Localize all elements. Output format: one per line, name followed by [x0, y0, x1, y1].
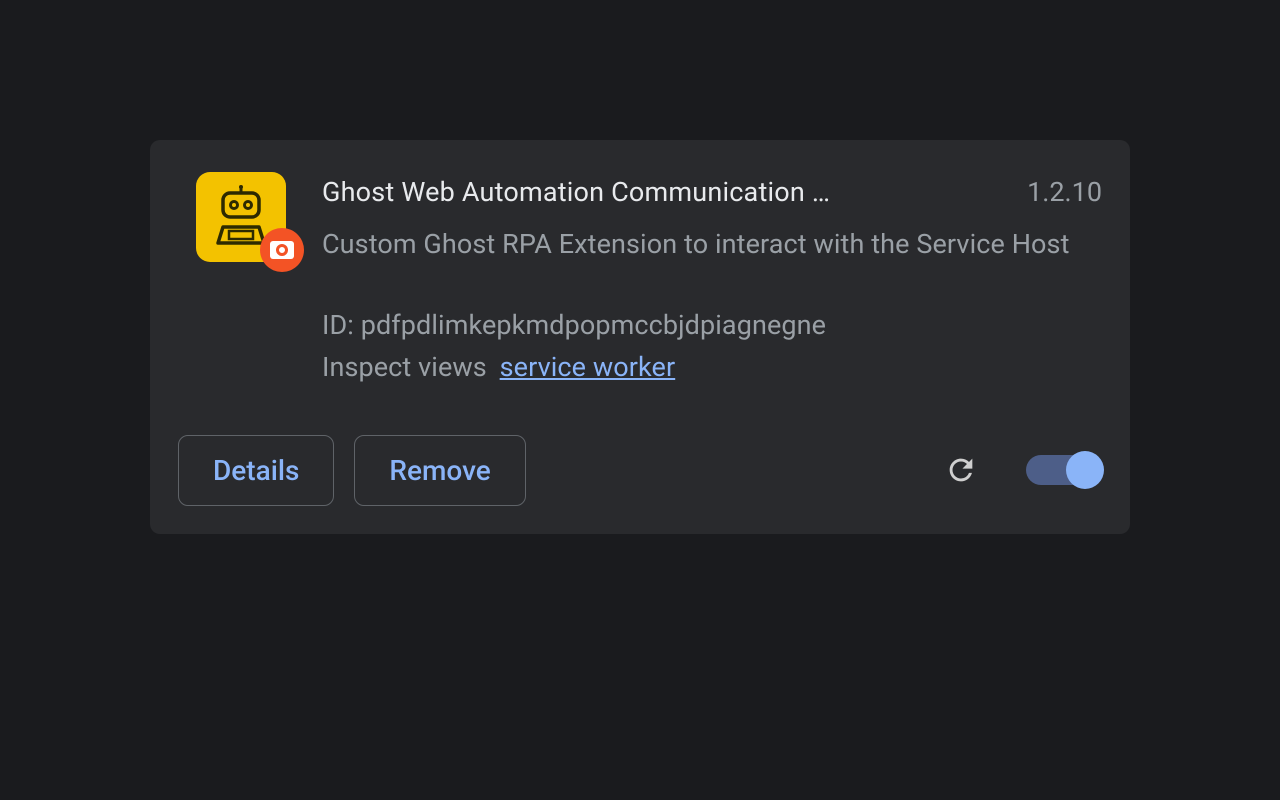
extension-description: Custom Ghost RPA Extension to interact w… — [322, 224, 1102, 265]
card-bottom-section: Details Remove — [178, 435, 1102, 506]
enable-toggle[interactable] — [1026, 455, 1102, 485]
extension-icon-wrapper — [196, 172, 286, 262]
card-top-section: Ghost Web Automation Communication … 1.2… — [178, 172, 1102, 383]
id-label: ID: — [322, 309, 361, 341]
inspect-views-line: Inspect views service worker — [322, 351, 1102, 383]
title-row: Ghost Web Automation Communication … 1.2… — [322, 176, 1102, 208]
service-worker-link[interactable]: service worker — [500, 351, 676, 383]
inspect-label: Inspect views — [322, 351, 487, 383]
extension-name: Ghost Web Automation Communication … — [322, 176, 1003, 208]
reload-button[interactable] — [944, 453, 978, 487]
right-controls — [944, 453, 1102, 487]
remove-button[interactable]: Remove — [354, 435, 525, 506]
error-badge-icon — [260, 228, 304, 272]
extension-version: 1.2.10 — [1027, 176, 1102, 208]
extension-card: Ghost Web Automation Communication … 1.2… — [150, 140, 1130, 534]
camera-error-icon — [269, 240, 295, 260]
toggle-knob — [1066, 451, 1104, 489]
reload-icon — [944, 453, 978, 487]
extension-content: Ghost Web Automation Communication … 1.2… — [322, 172, 1102, 383]
extension-id-line: ID: pdfpdlimkepkmdpopmccbjdpiagnegne — [322, 309, 1102, 341]
extension-id: pdfpdlimkepkmdpopmccbjdpiagnegne — [361, 309, 826, 341]
details-button[interactable]: Details — [178, 435, 334, 506]
button-group: Details Remove — [178, 435, 526, 506]
